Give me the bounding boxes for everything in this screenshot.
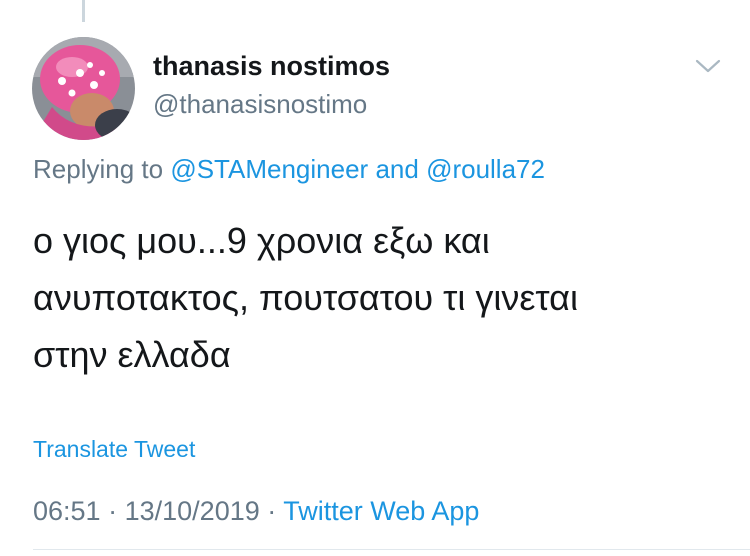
tweet-text-line: στην ελλαδα: [33, 334, 231, 375]
translate-tweet-link[interactable]: Translate Tweet: [33, 436, 195, 463]
avatar-photo: [32, 37, 135, 140]
tweet-text-line: ο γιος μου...9 χρονια εξω και: [33, 220, 490, 261]
user-handle[interactable]: @thanasisnostimo: [153, 89, 367, 120]
metadata-separator: ·: [108, 496, 118, 526]
tweet-time[interactable]: 06:51: [33, 496, 101, 526]
tweet-date[interactable]: 13/10/2019: [125, 496, 260, 526]
display-name[interactable]: thanasis nostimos: [153, 51, 390, 82]
chevron-down-icon: [695, 59, 721, 73]
mention-link-stamengineer[interactable]: @STAMengineer: [170, 154, 368, 184]
thread-connector-line: [82, 0, 85, 22]
metadata-separator: ·: [267, 496, 277, 526]
mention-link-roulla72[interactable]: @roulla72: [426, 154, 545, 184]
replying-to-conjunction: and: [375, 154, 419, 184]
replying-to-line: Replying to @STAMengineer and @roulla72: [33, 154, 545, 185]
tweet-metadata: 06:51 · 13/10/2019 · Twitter Web App: [33, 496, 479, 527]
avatar[interactable]: [32, 37, 135, 140]
tweet-text-line: ανυποτακτος, πουτσατου τι γινεται: [33, 277, 578, 318]
tweet-source-link[interactable]: Twitter Web App: [283, 496, 479, 526]
more-options-button[interactable]: [694, 55, 722, 77]
divider: [33, 549, 750, 550]
tweet-text: ο γιος μου...9 χρονια εξω και ανυποτακτο…: [33, 212, 723, 383]
replying-to-prefix: Replying to: [33, 154, 164, 184]
